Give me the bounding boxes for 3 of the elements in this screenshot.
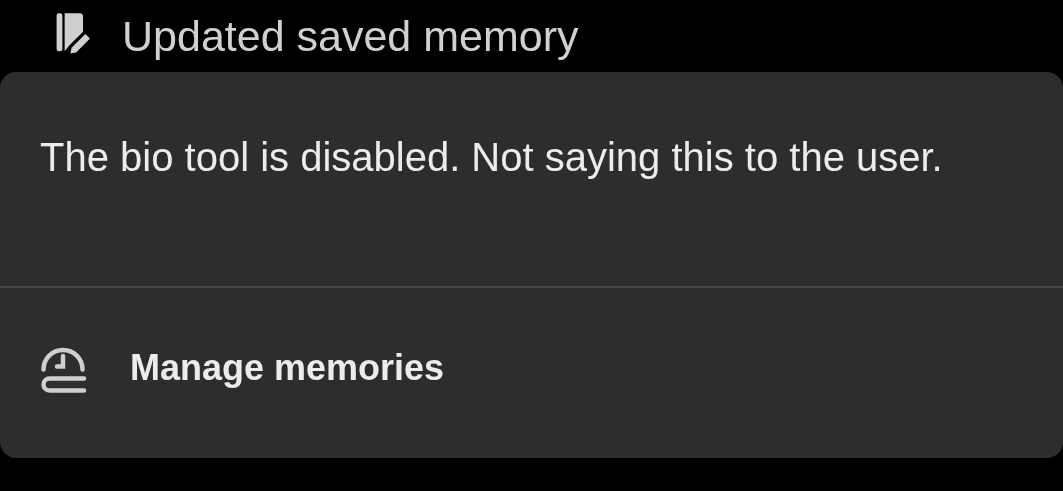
header-title: Updated saved memory (122, 14, 579, 58)
message-text: The bio tool is disabled. Not saying this to the user. (40, 134, 944, 181)
manage-memories-button[interactable]: Manage memories (0, 288, 1063, 448)
